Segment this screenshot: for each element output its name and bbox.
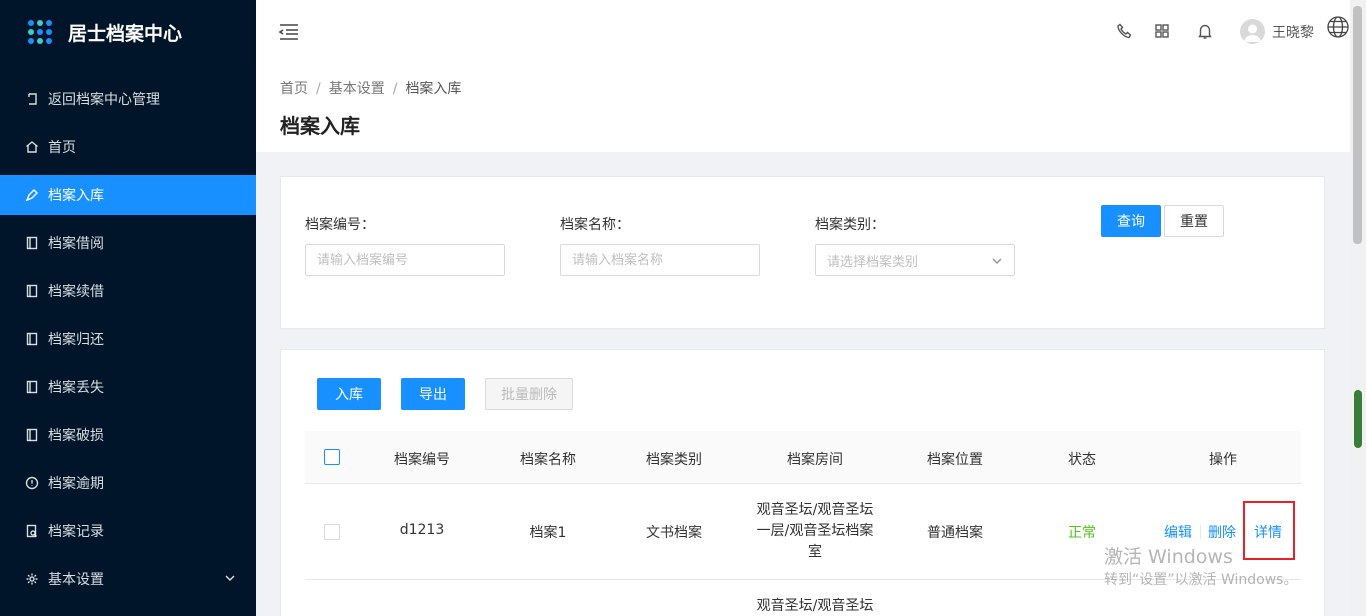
page-title: 档案入库 — [280, 114, 360, 138]
column-header: 档案编号 — [394, 452, 450, 468]
archive-room-line: 室 — [808, 544, 822, 560]
page-header: 首页 / 基本设置 / 档案入库 档案入库 — [256, 64, 1350, 152]
archive-category-select[interactable]: 请选择档案类别 — [815, 244, 1015, 276]
sidebar-item-label: 档案破损 — [48, 428, 104, 444]
archive-category-placeholder: 请选择档案类别 — [827, 254, 919, 270]
pen-icon — [24, 187, 40, 203]
gear-icon — [24, 571, 40, 587]
status-badge: 正常 — [1068, 525, 1096, 541]
table-header: 档案编号 档案名称 档案类别 档案房间 档案位置 状态 操作 — [305, 431, 1301, 484]
chevron-down-icon — [224, 572, 236, 584]
sidebar-item-archive-record[interactable]: 档案记录 — [0, 511, 256, 551]
sidebar-item-label: 档案丢失 — [48, 380, 104, 396]
scroll-indicator — [1354, 390, 1362, 448]
menu-fold-icon[interactable] — [278, 22, 300, 42]
book-icon — [24, 283, 40, 299]
sidebar-item-label: 档案入库 — [48, 188, 104, 204]
book-icon — [24, 379, 40, 395]
sidebar-item-label: 档案借阅 — [48, 236, 104, 252]
logo: 居士档案中心 — [0, 0, 256, 64]
archive-code-cell: d1213 — [399, 522, 445, 538]
search-form: 档案编号： 档案名称： 档案类别： 请选择档案类别 查询 重置 — [280, 176, 1325, 329]
edit-link[interactable]: 编辑 — [1164, 522, 1192, 542]
sidebar-item-archive-return[interactable]: 档案归还 — [0, 319, 256, 359]
top-header: 王晓黎 — [256, 0, 1350, 64]
sidebar-item-label: 首页 — [48, 140, 76, 156]
archive-room-cell: 观音圣坛/观音圣坛 — [750, 596, 880, 616]
sidebar-item-label: 档案续借 — [48, 284, 104, 300]
archive-room-line: 观音圣坛/观音圣坛 — [756, 598, 874, 614]
alert-circle-icon — [24, 475, 40, 491]
export-button[interactable]: 导出 — [401, 378, 465, 410]
book-icon — [24, 427, 40, 443]
scrollbar-thumb[interactable] — [1353, 6, 1362, 244]
bell-icon[interactable] — [1196, 22, 1214, 40]
detail-highlight-box — [1243, 501, 1295, 560]
delete-link[interactable]: 删除 — [1208, 522, 1236, 542]
breadcrumb-basic-settings[interactable]: 基本设置 — [329, 81, 385, 97]
select-all-checkbox[interactable] — [324, 449, 340, 465]
breadcrumb-separator: / — [316, 81, 321, 97]
record-icon — [24, 523, 40, 539]
column-header: 档案位置 — [927, 452, 983, 468]
book-icon — [24, 235, 40, 251]
sidebar-item-label: 基本设置 — [48, 572, 104, 588]
archive-location-cell: 普通档案 — [927, 525, 983, 541]
sidebar-item-archive-borrow[interactable]: 档案借阅 — [0, 223, 256, 263]
archive-room-cell: 观音圣坛/观音圣坛 一层/观音圣坛档案 室 — [750, 500, 880, 563]
archive-code-input[interactable] — [305, 244, 505, 276]
breadcrumb-current: 档案入库 — [405, 81, 462, 97]
home-icon — [24, 139, 40, 155]
archive-category-label: 档案类别： — [815, 217, 885, 233]
user-name[interactable]: 王晓黎 — [1272, 22, 1314, 42]
sidebar-item-archive-damaged[interactable]: 档案破损 — [0, 415, 256, 455]
sidebar-menu: 返回档案中心管理 首页 档案入库 档案借阅 档案续借 档案归还 档案丢失 档案破… — [0, 79, 256, 599]
row-checkbox[interactable] — [324, 524, 340, 540]
batch-delete-button[interactable]: 批量删除 — [485, 378, 573, 410]
app-title: 居士档案中心 — [68, 22, 183, 45]
sidebar: 居士档案中心 返回档案中心管理 首页 档案入库 档案借阅 档案续借 档案归还 档… — [0, 0, 256, 616]
archive-room-line: 一层/观音圣坛档案 — [756, 523, 874, 539]
column-header: 操作 — [1209, 452, 1237, 468]
query-button[interactable]: 查询 — [1101, 205, 1161, 237]
activation-watermark-title: 激活 Windows — [1104, 546, 1233, 568]
grid-icon[interactable] — [1153, 22, 1171, 40]
column-header: 档案房间 — [787, 452, 843, 468]
sidebar-item-label: 档案记录 — [48, 524, 104, 540]
chevron-down-icon — [992, 255, 1002, 265]
archive-category-cell: 文书档案 — [646, 525, 702, 541]
avatar[interactable] — [1240, 19, 1265, 44]
phone-icon[interactable] — [1115, 22, 1133, 40]
reset-button[interactable]: 重置 — [1164, 205, 1224, 237]
column-header: 状态 — [1068, 452, 1096, 468]
breadcrumb-home[interactable]: 首页 — [280, 81, 308, 97]
globe-icon[interactable] — [1326, 15, 1350, 39]
column-header: 档案类别 — [646, 452, 702, 468]
add-archive-button[interactable]: 入库 — [317, 378, 381, 410]
sidebar-item-archive-storage[interactable]: 档案入库 — [0, 175, 256, 215]
sidebar-item-archive-lost[interactable]: 档案丢失 — [0, 367, 256, 407]
action-divider — [1200, 525, 1201, 539]
sidebar-item-archive-overdue[interactable]: 档案逾期 — [0, 463, 256, 503]
book-icon — [24, 331, 40, 347]
sidebar-item-return[interactable]: 返回档案中心管理 — [0, 79, 256, 119]
activation-watermark-subtitle: 转到“设置”以激活 Windows。 — [1104, 572, 1298, 588]
archive-name-label: 档案名称： — [560, 217, 630, 233]
sidebar-item-label: 返回档案中心管理 — [48, 92, 160, 108]
logo-grid-icon — [28, 20, 52, 44]
breadcrumb: 首页 / 基本设置 / 档案入库 — [280, 78, 461, 98]
return-icon — [24, 91, 40, 107]
archive-code-label: 档案编号： — [305, 217, 375, 233]
column-header: 档案名称 — [520, 452, 576, 468]
archive-name-cell: 档案1 — [529, 525, 567, 541]
sidebar-item-label: 档案逾期 — [48, 476, 104, 492]
page-scrollbar[interactable] — [1350, 0, 1366, 616]
sidebar-item-label: 档案归还 — [48, 332, 104, 348]
archive-name-input[interactable] — [560, 244, 760, 276]
breadcrumb-separator: / — [392, 81, 398, 97]
archive-room-line: 观音圣坛/观音圣坛 — [756, 502, 874, 518]
sidebar-item-basic-settings[interactable]: 基本设置 — [0, 559, 256, 599]
sidebar-item-archive-renew[interactable]: 档案续借 — [0, 271, 256, 311]
sidebar-item-home[interactable]: 首页 — [0, 127, 256, 167]
